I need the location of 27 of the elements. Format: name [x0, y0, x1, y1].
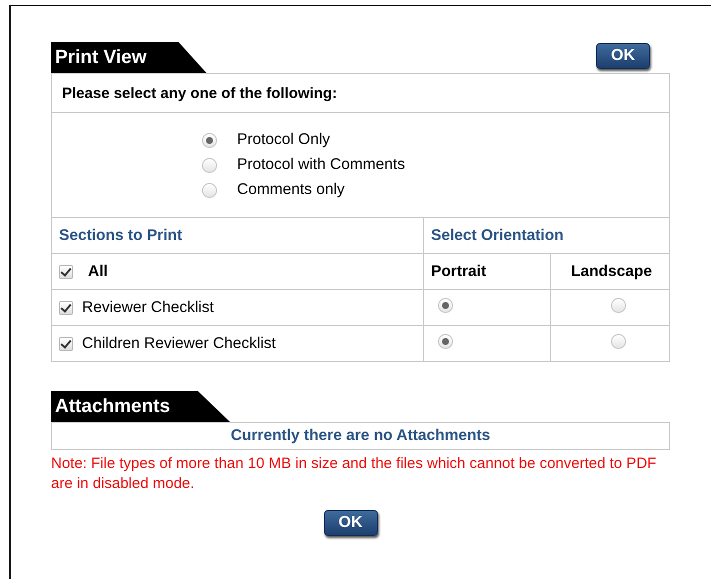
section-title: Attachments	[51, 391, 230, 422]
empty-message: Currently there are no Attachments	[230, 427, 490, 444]
prompt-text: Please select any one of the following:	[62, 84, 338, 102]
radio-button[interactable]	[202, 182, 217, 198]
column-heading: Sections to Print	[59, 226, 182, 244]
column-heading: Portrait	[431, 262, 486, 280]
checkbox-label: All	[88, 262, 108, 280]
option-label: Protocol with Comments	[237, 156, 405, 174]
radio-button[interactable]	[202, 158, 217, 172]
ok-button[interactable]: OK	[596, 43, 650, 69]
section-title: Print View	[51, 42, 207, 73]
column-heading: Select Orientation	[431, 226, 564, 244]
column-heading: Landscape	[571, 262, 652, 280]
radio-button[interactable]	[611, 298, 626, 312]
radio-button[interactable]	[202, 132, 217, 148]
radio-button[interactable]	[438, 334, 453, 348]
option-label: Comments only	[237, 181, 345, 199]
checkbox[interactable]	[59, 264, 73, 278]
note-text: Note: File types of more than 10 MB in size and the files which cannot be converted to PDF are in disabled mode.	[51, 454, 658, 494]
checkbox[interactable]	[59, 336, 73, 350]
radio-button[interactable]	[438, 298, 453, 312]
ok-button[interactable]: OK	[324, 510, 378, 536]
checkbox[interactable]	[59, 300, 73, 314]
option-label: Protocol Only	[237, 131, 330, 149]
checkbox-label: Reviewer Checklist	[82, 298, 214, 316]
checkbox-label: Children Reviewer Checklist	[82, 334, 276, 352]
radio-button[interactable]	[611, 334, 626, 348]
